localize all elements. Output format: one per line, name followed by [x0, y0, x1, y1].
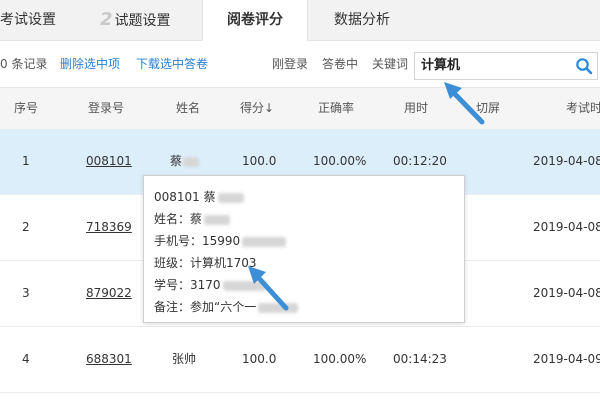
- login-link[interactable]: 688301: [86, 327, 132, 392]
- tooltip-phone-text: 手机号：15990: [154, 234, 241, 248]
- accuracy: 100.00%: [313, 352, 367, 366]
- filter-answering[interactable]: 答卷中: [322, 41, 358, 87]
- tab-label: 数据分析: [334, 12, 390, 28]
- tooltip-name-text: 姓名：蔡: [154, 212, 203, 226]
- exam-date: 2019-04-09: [533, 352, 600, 366]
- login-link[interactable]: 879022: [86, 261, 132, 326]
- row-index: 3: [22, 286, 30, 300]
- col-exam-time: 考试时: [566, 101, 600, 115]
- tab-question-settings[interactable]: 2 试题设置: [100, 0, 200, 40]
- redacted-mask: [183, 156, 200, 167]
- col-score-sort[interactable]: 得分↓: [240, 88, 274, 129]
- row-index: 2: [22, 220, 30, 234]
- tooltip-header-text: 008101 蔡: [154, 190, 216, 204]
- table-row[interactable]: 4 688301 张帅 100.0 100.00% 00:14:23 2019-…: [0, 327, 600, 393]
- col-index: 序号: [14, 101, 39, 115]
- record-count: 0 条记录: [0, 57, 48, 71]
- search-value: 计算机: [421, 58, 461, 73]
- exam-date: 2019-04-08: [533, 154, 600, 168]
- tab-label: 试题设置: [114, 13, 171, 29]
- search-icon[interactable]: [575, 57, 593, 75]
- tooltip-student-id: 学号：3170: [154, 276, 267, 293]
- tooltip-remark: 备注：参加“六个一: [154, 298, 299, 315]
- filter-just-logged-in[interactable]: 刚登录: [272, 41, 308, 87]
- search-input[interactable]: 计算机: [414, 52, 598, 80]
- tooltip-student-id-text: 学号：3170: [154, 278, 221, 292]
- tooltip-phone: 手机号：15990: [154, 232, 287, 249]
- tab-label: 考试设置: [0, 12, 56, 28]
- tab-exam-settings[interactable]: 考试设置: [0, 0, 70, 40]
- tab-label: 阅卷评分: [227, 12, 283, 28]
- tooltip-name: 姓名：蔡: [154, 210, 231, 227]
- redacted-mask: [222, 280, 267, 291]
- tab-data-analysis[interactable]: 数据分析: [334, 0, 414, 40]
- row-index: 4: [22, 352, 30, 366]
- tab-bar: 考试设置 2 试题设置 阅卷评分 数据分析: [0, 0, 600, 41]
- student-info-tooltip: 008101 蔡 姓名：蔡 手机号：15990 班级：计算机1703 学号：31…: [143, 175, 465, 323]
- tooltip-remark-text: 备注：参加“六个一: [154, 300, 257, 314]
- delete-selected-link[interactable]: 删除选中项: [60, 41, 120, 87]
- exam-date: 2019-04-08: [533, 220, 600, 234]
- col-accuracy: 正确率: [318, 101, 355, 115]
- student-name: 张帅: [172, 352, 197, 366]
- col-time: 用时: [404, 101, 429, 115]
- redacted-mask: [217, 192, 244, 203]
- tab-grading[interactable]: 阅卷评分: [202, 0, 308, 41]
- name-text: 蔡: [170, 154, 183, 168]
- score: 100.0: [242, 352, 277, 366]
- row-index: 1: [22, 154, 30, 168]
- col-name: 姓名: [176, 101, 201, 115]
- tooltip-header: 008101 蔡: [154, 188, 244, 205]
- col-login: 登录号: [88, 101, 125, 115]
- login-link[interactable]: 008101: [86, 129, 132, 194]
- exam-date: 2019-04-08: [533, 286, 600, 300]
- login-link[interactable]: 718369: [86, 195, 132, 260]
- redacted-mask: [242, 236, 287, 247]
- col-screen-switch: 切屏: [476, 101, 501, 115]
- redacted-mask: [204, 214, 231, 225]
- download-selected-link[interactable]: 下载选中答卷: [136, 41, 208, 87]
- redacted-mask: [258, 302, 299, 313]
- step-number: 2: [100, 9, 113, 30]
- table-header: 序号 登录号 姓名 得分↓ 正确率 用时 切屏 考试时: [0, 87, 600, 130]
- duration: 00:14:23: [393, 352, 447, 366]
- tooltip-class: 班级：计算机1703: [154, 256, 257, 270]
- keyword-label: 关键词: [372, 57, 409, 71]
